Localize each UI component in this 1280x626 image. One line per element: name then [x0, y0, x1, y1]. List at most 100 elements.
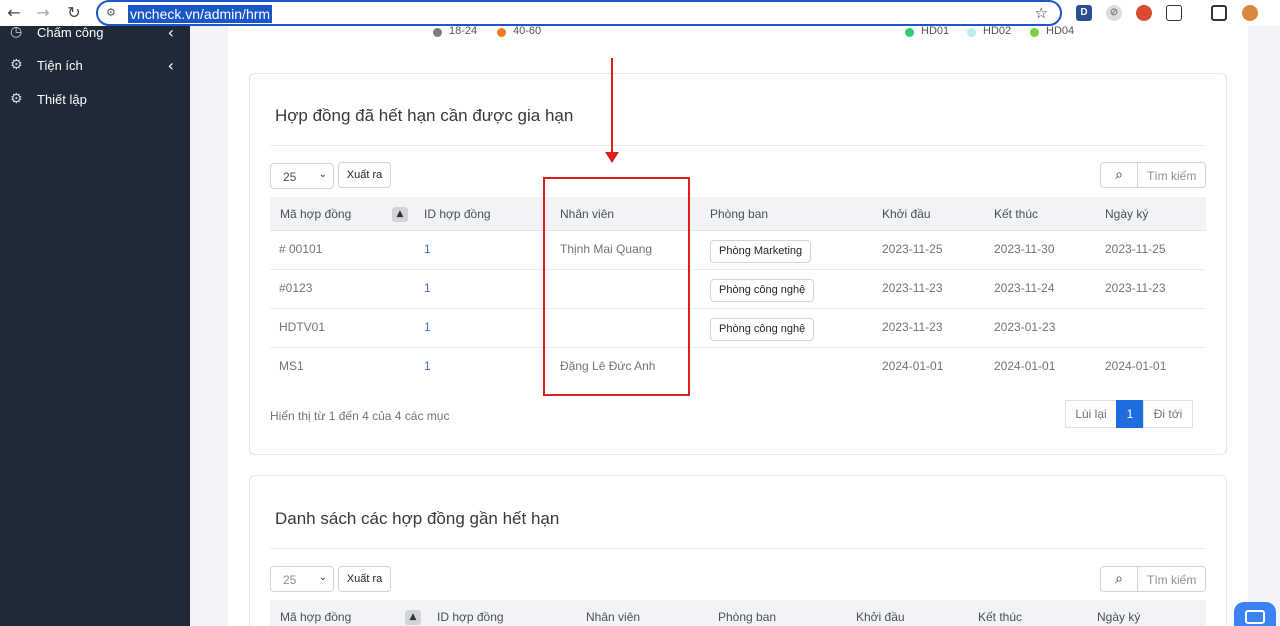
cell-id-link[interactable]: 1 — [424, 320, 431, 334]
cell-end: 2023-11-24 — [994, 281, 1055, 295]
column-header[interactable]: Phòng ban — [710, 207, 768, 221]
cell-end: 2023-01-23 — [994, 320, 1056, 334]
expiring-contracts-card: Danh sách các hợp đồng gần hết hạn 25 ⌄ … — [249, 475, 1227, 626]
cell-start: 2024-01-01 — [882, 359, 944, 373]
cell-signed: 2023-11-25 — [1105, 242, 1166, 256]
extension-red-icon[interactable] — [1136, 5, 1152, 21]
page-size-value: 25 — [283, 573, 297, 587]
cell-code: # 00101 — [279, 242, 323, 256]
reload-icon[interactable]: ↻ — [64, 3, 84, 23]
browser-toolbar: ← → ↻ ⚙ vncheck.vn/admin/hrm ☆ D ⊘ — [0, 0, 1280, 26]
legend-marker — [905, 28, 914, 37]
table-info: Hiển thị từ 1 đến 4 của 4 các mục — [270, 409, 450, 423]
table-row: #0123 1 Phòng công nghệ 2023-11-23 2023-… — [270, 270, 1206, 309]
sidebar-item-label: Chấm công — [37, 25, 104, 40]
cell-id-link[interactable]: 1 — [424, 281, 431, 295]
sidebar-item-settings[interactable]: ⚙ Thiết lập — [0, 85, 190, 115]
sidebar-item-label: Tiện ích — [37, 58, 83, 73]
legend-marker — [433, 28, 442, 37]
department-badge: Phòng công nghệ — [710, 279, 815, 302]
cell-signed: 2024-01-01 — [1105, 359, 1167, 373]
extensions-puzzle-icon[interactable] — [1166, 5, 1182, 21]
sidebar-item-label: Thiết lập — [37, 92, 87, 107]
column-header[interactable]: Kết thúc — [978, 610, 1022, 624]
annotation-highlight-box — [543, 177, 690, 396]
legend-label: 18-24 — [449, 25, 478, 37]
extension-d-icon[interactable]: D — [1076, 5, 1092, 21]
chat-button[interactable] — [1234, 602, 1276, 626]
legend-label: HD01 — [921, 25, 950, 37]
column-header[interactable]: Khởi đầu — [882, 207, 931, 221]
sort-asc-icon[interactable]: ▲ — [405, 610, 421, 625]
divider — [270, 548, 1206, 549]
sidebar: ◷ Chấm công ‹ ⚙ Tiện ích ‹ ⚙ Thiết lập — [0, 0, 190, 626]
table-header: Mã hợp đồng ▲ ID hợp đồng Nhân viên Phòn… — [270, 197, 1206, 231]
table-row: MS1 1 Đặng Lê Đức Anh 2024-01-01 2024-01… — [270, 348, 1206, 387]
card-title: Hợp đồng đã hết hạn cần được gia hạn — [275, 106, 574, 125]
column-header[interactable]: Kết thúc — [994, 207, 1038, 221]
gears-icon: ⚙ — [10, 57, 23, 73]
cell-id-link[interactable]: 1 — [424, 242, 431, 256]
column-header[interactable]: Mã hợp đồng — [280, 207, 351, 221]
chevron-down-icon: ⌄ — [318, 572, 327, 583]
forward-arrow-icon[interactable]: → — [33, 3, 53, 23]
search-input[interactable]: Tìm kiếm — [1137, 162, 1206, 188]
page-size-select[interactable]: 25 ⌄ — [270, 566, 334, 592]
export-button[interactable]: Xuất ra — [338, 162, 391, 188]
column-header[interactable]: Ngày ký — [1105, 207, 1148, 221]
side-panel-icon[interactable] — [1211, 5, 1227, 21]
column-header[interactable]: Mã hợp đồng — [280, 610, 351, 624]
legend-label: HD04 — [1046, 25, 1075, 37]
cell-start: 2023-11-23 — [882, 320, 943, 334]
column-header[interactable]: Ngày ký — [1097, 610, 1140, 624]
search-icon[interactable]: ⌕ — [1100, 566, 1138, 592]
table-row: HDTV01 1 Phòng công nghệ 2023-11-23 2023… — [270, 309, 1206, 348]
site-info-icon[interactable]: ⚙ — [106, 6, 120, 20]
legend-label: HD02 — [983, 25, 1012, 37]
page-size-value: 25 — [283, 170, 297, 184]
cell-code: HDTV01 — [279, 320, 326, 334]
sidebar-item-utilities[interactable]: ⚙ Tiện ích ‹ — [0, 51, 190, 81]
search-input[interactable]: Tìm kiếm — [1137, 566, 1206, 592]
table-header: Mã hợp đồng ▲ ID hợp đồng Nhân viên Phòn… — [270, 600, 1206, 626]
cell-signed: 2023-11-23 — [1105, 281, 1166, 295]
divider — [270, 145, 1206, 146]
cell-id-link[interactable]: 1 — [424, 359, 431, 373]
cell-start: 2023-11-25 — [882, 242, 943, 256]
department-badge: Phòng Marketing — [710, 240, 812, 263]
column-header[interactable]: ID hợp đồng — [437, 610, 504, 624]
column-header[interactable]: Phòng ban — [718, 610, 776, 624]
department-badge: Phòng công nghệ — [710, 318, 815, 341]
column-header[interactable]: Khởi đầu — [856, 610, 905, 624]
star-icon[interactable]: ☆ — [1035, 4, 1048, 22]
page-size-select[interactable]: 25 ⌄ — [270, 163, 334, 189]
gear-icon: ⚙ — [10, 91, 23, 107]
back-arrow-icon[interactable]: ← — [4, 3, 24, 23]
legend-label: 40-60 — [513, 25, 542, 37]
annotation-arrow — [611, 58, 613, 154]
column-header[interactable]: ID hợp đồng — [424, 207, 491, 221]
pager-page-button[interactable]: 1 — [1116, 400, 1144, 428]
url-text[interactable]: vncheck.vn/admin/hrm — [128, 5, 273, 23]
chevron-left-icon: ‹ — [167, 56, 174, 75]
search-icon[interactable]: ⌕ — [1100, 162, 1138, 188]
main-content: 18-24 40-60 HD01 HD02 HD04 Hợp đồng đã h… — [190, 0, 1280, 626]
profile-avatar[interactable] — [1242, 5, 1258, 21]
chevron-down-icon: ⌄ — [318, 169, 327, 180]
cell-start: 2023-11-23 — [882, 281, 943, 295]
column-header[interactable]: Nhân viên — [586, 610, 640, 624]
sort-asc-icon[interactable]: ▲ — [392, 207, 408, 222]
expired-contracts-card: Hợp đồng đã hết hạn cần được gia hạn 25 … — [249, 73, 1227, 455]
cell-code: #0123 — [279, 281, 313, 295]
address-bar[interactable]: ⚙ vncheck.vn/admin/hrm ☆ — [96, 0, 1062, 26]
pager-prev-button[interactable]: Lùi lại — [1065, 400, 1117, 428]
cell-end: 2024-01-01 — [994, 359, 1056, 373]
table-row: # 00101 1 Thịnh Mai Quang Phòng Marketin… — [270, 231, 1206, 270]
legend-marker — [1030, 28, 1039, 37]
cell-end: 2023-11-30 — [994, 242, 1055, 256]
pager-next-button[interactable]: Đi tới — [1143, 400, 1193, 428]
legend-marker — [967, 28, 976, 37]
cell-code: MS1 — [279, 359, 304, 373]
compass-extension-icon[interactable]: ⊘ — [1106, 5, 1122, 21]
export-button[interactable]: Xuất ra — [338, 566, 391, 592]
